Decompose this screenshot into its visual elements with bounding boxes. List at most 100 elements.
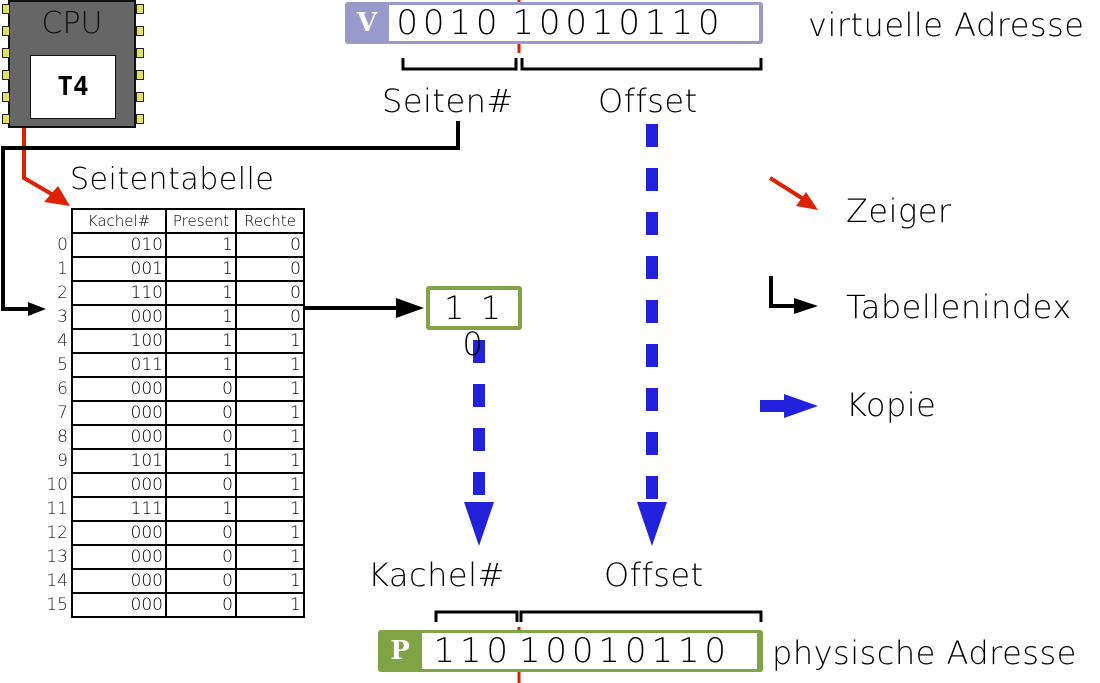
rights-cell: 1 (235, 568, 305, 594)
present-bit-cell: 1 (165, 304, 237, 330)
cpu-pin (2, 114, 10, 124)
page-number-bit: 0 (475, 3, 500, 43)
frame-copy-arrow (464, 340, 494, 546)
current-task-label: T4 (30, 55, 116, 119)
cpu-pin (2, 26, 10, 36)
offset-bit: 1 (591, 3, 616, 43)
frame-number-cell: 000 (71, 304, 167, 330)
offset-bit: 0 (697, 3, 722, 43)
legend-label-index: Tabellenindex (846, 288, 1072, 326)
offset-bit: 1 (677, 631, 702, 671)
cpu-pin (136, 26, 144, 36)
offset-bit: 0 (565, 3, 590, 43)
offset-bit: 0 (545, 631, 570, 671)
present-bit-cell: 1 (165, 232, 237, 258)
offset-bit: 1 (671, 3, 696, 43)
page-table-title: Seitentabelle (70, 162, 275, 197)
offset-copy-arrow (637, 124, 667, 546)
frame-number-cell: 101 (71, 448, 167, 474)
rights-cell: 1 (235, 496, 305, 522)
frame-number-cell: 011 (71, 352, 167, 378)
page-table-row: 8 000 0 1 (42, 424, 305, 450)
rights-cell: 1 (235, 472, 305, 498)
rights-cell: 1 (235, 328, 305, 354)
present-bit-cell: 1 (165, 448, 237, 474)
physical-offset-bracket (519, 610, 763, 622)
page-table-row: 15 000 0 1 (42, 592, 305, 618)
cpu-to-table-pointer-arrow (22, 128, 70, 206)
frame-number-cell: 100 (71, 328, 167, 354)
offset-bit: 1 (598, 631, 623, 671)
offset-bit: 0 (571, 631, 596, 671)
physical-address-label: physische Adresse (772, 634, 1077, 672)
frame-number-label: Kachel# (368, 556, 505, 594)
frame-number-cell: 111 (71, 496, 167, 522)
present-bit-cell: 0 (165, 424, 237, 450)
rights-cell: 1 (235, 424, 305, 450)
frame-bracket (434, 610, 519, 622)
offset-bit: 0 (624, 631, 649, 671)
page-number-bit: 0 (422, 3, 447, 43)
offset-label: Offset (598, 82, 698, 120)
row-index: 1 (57, 259, 68, 279)
offset-bracket (520, 58, 763, 71)
rights-cell: 1 (235, 448, 305, 474)
row-index: 6 (57, 379, 68, 399)
page-table-row: 10 000 0 1 (42, 472, 305, 498)
cpu-pin (2, 48, 10, 58)
column-header-present: Present (165, 208, 237, 234)
physical-tag: P (390, 636, 410, 666)
present-bit-cell: 0 (165, 400, 237, 426)
physical-address: P 110 10010110 (378, 630, 763, 672)
frame-number-bit: 1 (459, 631, 484, 671)
cpu-pin (136, 70, 144, 80)
page-table: Kachel# Present Rechte 0 010 1 0 1 001 1 0 2 110 1… (42, 208, 305, 618)
black-elbow-arrow-icon (769, 276, 818, 314)
blue-arrow-icon (760, 394, 818, 418)
frame-number-cell: 000 (71, 400, 167, 426)
rights-cell: 1 (235, 400, 305, 426)
column-header-frame: Kachel# (71, 208, 167, 234)
present-bit-cell: 0 (165, 472, 237, 498)
offset-bit: 0 (538, 3, 563, 43)
legend-label-pointer: Zeiger (846, 192, 952, 230)
virtual-bits: 0010 10010110 (389, 3, 759, 43)
frame-number-cell: 000 (71, 520, 167, 546)
row-index: 10 (46, 475, 68, 495)
red-arrow-icon (768, 176, 818, 210)
physical-offset-label: Offset (604, 556, 704, 594)
page-table-row: 12 000 0 1 (42, 520, 305, 546)
page-bracket (401, 58, 518, 71)
frame-number-cell: 000 (71, 376, 167, 402)
frame-number-box: 1 1 0 (426, 286, 522, 362)
row-index: 12 (46, 523, 68, 543)
page-number-label: Seiten# (382, 82, 514, 120)
legend-label-copy: Kopie (846, 386, 937, 424)
frame-number-cell: 000 (71, 472, 167, 498)
row-index: 0 (57, 235, 68, 255)
page-table-row: 11 111 1 1 (42, 496, 305, 522)
row-index: 3 (57, 307, 68, 327)
rights-cell: 0 (235, 280, 305, 306)
page-table-row: 1 001 1 0 (42, 256, 305, 282)
frame-number-bit: 1 (433, 631, 458, 671)
rights-cell: 0 (235, 256, 305, 282)
present-bit-cell: 0 (165, 568, 237, 594)
page-table-row: 14 000 0 1 (42, 568, 305, 594)
cpu-pin (136, 114, 144, 124)
present-bit-cell: 0 (165, 544, 237, 570)
present-bit-cell: 0 (165, 520, 237, 546)
present-bit-cell: 1 (165, 256, 237, 282)
present-bit-cell: 1 (165, 496, 237, 522)
frame-number-cell: 001 (71, 256, 167, 282)
rights-cell: 1 (235, 352, 305, 378)
offset-bit: 0 (618, 3, 643, 43)
page-table-row: 7 000 0 1 (42, 400, 305, 426)
row-index: 7 (57, 403, 68, 423)
table-row-to-frame-arrow (305, 298, 424, 318)
page-table-row: 3 000 1 0 (42, 304, 305, 330)
virtual-address: V 0010 10010110 (345, 2, 763, 44)
rights-cell: 0 (235, 232, 305, 258)
page-table-row: 5 011 1 1 (42, 352, 305, 378)
page-table-row: 0 010 1 0 (42, 232, 305, 258)
